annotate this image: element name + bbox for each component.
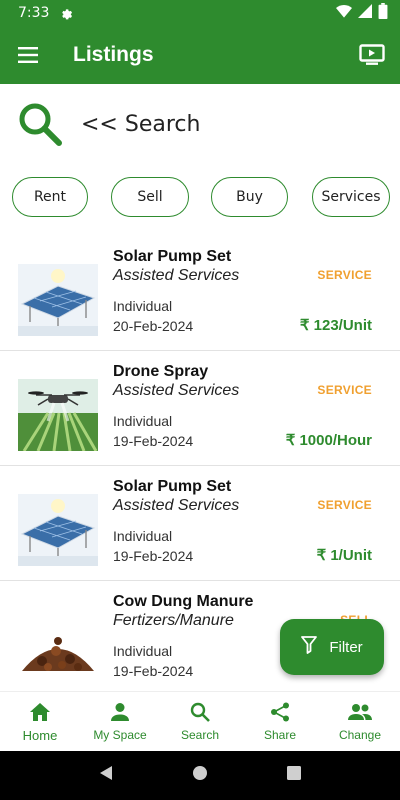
listing-price: ₹ 1/Unit: [316, 547, 372, 564]
listing-date: 19-Feb-2024: [113, 548, 194, 564]
list-item[interactable]: Solar Pump Set Assisted Services Individ…: [0, 236, 400, 351]
nav-my-space[interactable]: My Space: [80, 692, 160, 751]
solar-panel-image: [18, 264, 98, 336]
search-label[interactable]: << Search: [81, 112, 200, 137]
chip-buy[interactable]: Buy: [211, 177, 288, 217]
listing-category: Assisted Services: [113, 382, 240, 399]
listing-title: Solar Pump Set: [113, 248, 232, 265]
share-icon: [270, 702, 290, 725]
nav-search[interactable]: Search: [160, 692, 240, 751]
filter-chips: Rent Sell Buy Services: [0, 177, 400, 217]
nav-home-label: Home: [22, 728, 58, 743]
listing-badge: SERVICE: [317, 268, 372, 282]
listing-date: 19-Feb-2024: [113, 663, 194, 679]
people-icon: [348, 702, 372, 725]
nav-my-space-label: My Space: [93, 728, 147, 742]
back-icon[interactable]: [99, 765, 113, 786]
nav-change[interactable]: Change: [320, 692, 400, 751]
person-icon: [110, 702, 130, 725]
nav-search-label: Search: [180, 728, 220, 742]
listing-category: Assisted Services: [113, 267, 240, 284]
battery-icon: [378, 2, 388, 24]
bottom-navigation: Home My Space Search Share Change: [0, 691, 400, 751]
status-bar: 7:33: [0, 0, 400, 26]
signal-icon: [358, 3, 372, 23]
home-circle-icon[interactable]: [192, 765, 208, 786]
listing-seller-type: Individual: [113, 298, 173, 314]
page-title: Listings: [73, 43, 154, 66]
chip-rent[interactable]: Rent: [12, 177, 88, 217]
nav-home[interactable]: Home: [0, 692, 80, 751]
app-bar: Listings: [0, 26, 400, 84]
home-icon: [29, 702, 51, 725]
listing-price: ₹ 123/Unit: [299, 317, 372, 334]
nav-share[interactable]: Share: [240, 692, 320, 751]
listing-title: Drone Spray: [113, 363, 209, 380]
chip-sell[interactable]: Sell: [111, 177, 189, 217]
filter-button[interactable]: Filter: [280, 619, 384, 675]
listing-seller-type: Individual: [113, 643, 173, 659]
listing-badge: SERVICE: [317, 383, 372, 397]
listing-seller-type: Individual: [113, 528, 173, 544]
listing-title: Cow Dung Manure: [113, 593, 254, 610]
listing-title: Solar Pump Set: [113, 478, 232, 495]
listing-seller-type: Individual: [113, 413, 173, 429]
settings-gear-icon: [59, 6, 73, 20]
listing-price: ₹ 1000/Hour: [285, 432, 372, 449]
list-item[interactable]: Drone Spray Assisted Services Individual…: [0, 351, 400, 466]
status-time: 7:33: [18, 5, 50, 21]
wifi-icon: [336, 4, 352, 23]
drone-image: [18, 379, 98, 451]
listing-badge: SERVICE: [317, 498, 372, 512]
chip-services[interactable]: Services: [312, 177, 390, 217]
search-icon[interactable]: [16, 100, 64, 148]
nav-share-label: Share: [263, 728, 297, 742]
listing-category: Fertizers/Manure: [113, 612, 234, 629]
listing-category: Assisted Services: [113, 497, 240, 514]
search-icon: [190, 702, 210, 725]
recents-icon[interactable]: [286, 766, 301, 785]
listing-date: 20-Feb-2024: [113, 318, 194, 334]
filter-icon: [301, 636, 318, 658]
menu-icon[interactable]: [0, 27, 56, 83]
search-bar[interactable]: << Search: [0, 96, 400, 152]
tv-icon[interactable]: [344, 27, 400, 83]
nav-change-label: Change: [338, 728, 382, 742]
listing-date: 19-Feb-2024: [113, 433, 194, 449]
solar-panel-image: [18, 494, 98, 566]
manure-image: [18, 609, 98, 681]
list-item[interactable]: Solar Pump Set Assisted Services Individ…: [0, 466, 400, 581]
system-navigation-bar: [0, 751, 400, 800]
filter-label: Filter: [329, 638, 363, 656]
